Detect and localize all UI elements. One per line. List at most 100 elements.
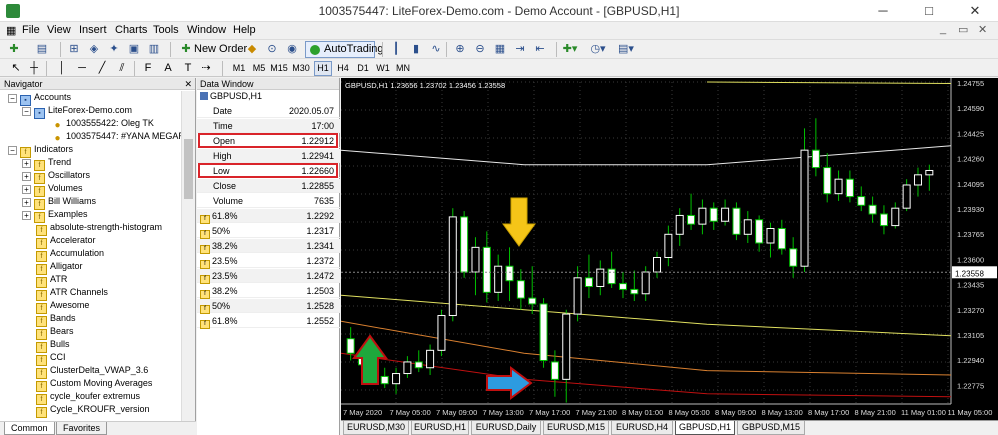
autotrading-button[interactable]: AutoTrading — [305, 41, 384, 58]
navigator-close-icon[interactable]: ✕ — [184, 78, 192, 90]
app-menu-icon[interactable]: ▦ — [6, 24, 16, 37]
tree-accounts[interactable]: − ▪ Accounts — [8, 91, 71, 106]
arrows-icon[interactable]: ⇢ — [198, 61, 214, 76]
tester-icon[interactable]: ▥ — [146, 42, 162, 57]
indicator-item[interactable]: f Bands — [36, 312, 76, 327]
mdi-restore-icon[interactable]: ▭ — [958, 23, 968, 36]
trendline-icon[interactable]: ╱ — [94, 61, 110, 76]
vertical-line-icon[interactable]: │ — [54, 61, 70, 76]
indicator-item[interactable]: f Awesome — [36, 299, 89, 314]
zoom-out-icon[interactable]: ⊖ — [472, 42, 488, 57]
indicator-item[interactable]: f Accumulation — [36, 247, 104, 262]
chart-tab-gbpusd-h1[interactable]: GBPUSD,H1 — [675, 421, 735, 435]
new-order-icon[interactable]: ✚ — [178, 42, 194, 57]
navigator-icon[interactable]: ✦ — [106, 42, 122, 57]
new-chart-icon[interactable]: ✚ — [6, 42, 22, 57]
indicator-item[interactable]: f ATR — [36, 273, 67, 288]
tf-m15[interactable]: M15 — [270, 61, 288, 76]
chart-tab-eurusd-h1[interactable]: EURUSD,H1 — [411, 421, 469, 435]
radio-icon[interactable]: ◉ — [284, 42, 300, 57]
tab-favorites[interactable]: Favorites — [56, 422, 108, 435]
tree-user-2[interactable]: ● 1003575447: #YANA MEGAR — [52, 130, 184, 144]
indicator-item[interactable]: f absolute-strength-histogram — [36, 221, 162, 236]
data-window-panel: Data Window GBPUSD,H1 Date 2020.05.07 Time… — [197, 78, 340, 435]
cursor-icon[interactable]: ↖ — [8, 61, 24, 76]
chart-shift-icon[interactable]: ⇤ — [532, 42, 548, 57]
text-icon[interactable]: A — [160, 61, 176, 76]
menu-tools[interactable]: Tools — [153, 24, 179, 36]
profiles-icon[interactable]: ▤ — [34, 42, 50, 57]
minimize-button[interactable]: ─ — [860, 0, 906, 22]
tf-m30[interactable]: M30 — [292, 61, 310, 76]
chart-tab-eurusd-m30[interactable]: EURUSD,M30 — [343, 421, 409, 435]
time-tick-label: 7 May 05:00 — [390, 408, 431, 417]
tree-group-examples[interactable]: + f Examples — [22, 208, 88, 223]
tf-mn[interactable]: MN — [394, 61, 412, 76]
chart-tab-gbpusd-m15[interactable]: GBPUSD,M15 — [737, 421, 805, 435]
menu-file[interactable]: File — [22, 24, 40, 36]
crosshair-icon[interactable]: ┼ — [26, 61, 42, 76]
price-chart[interactable]: 1.23558 1.24755 1.24590 1.24425 1.24260 1.240… — [341, 78, 998, 420]
tree-group-volumes[interactable]: + f Volumes — [22, 182, 83, 197]
tree-group-oscillators[interactable]: + f Oscillators — [22, 169, 90, 184]
tf-h1[interactable]: H1 — [314, 61, 332, 76]
tree-server[interactable]: − ▪ LiteForex-Demo.com — [22, 104, 132, 119]
tf-h4[interactable]: H4 — [334, 61, 352, 76]
chart-area[interactable]: 1.23558 1.24755 1.24590 1.24425 1.24260 1.240… — [341, 78, 998, 435]
indicator-item[interactable]: f Custom Moving Averages — [36, 377, 152, 392]
indicator-item[interactable]: f Bulls — [36, 338, 70, 353]
line-chart-icon[interactable]: ∿ — [428, 42, 444, 57]
indicator-item[interactable]: f Cycle_KROUFR_version — [36, 403, 150, 418]
tree-group-bill-williams[interactable]: + f Bill Williams — [22, 195, 96, 210]
tab-common[interactable]: Common — [4, 422, 55, 435]
maximize-button[interactable]: □ — [906, 0, 952, 22]
market-watch-icon[interactable]: ⊞ — [66, 42, 82, 57]
scrollbar-thumb[interactable] — [184, 139, 193, 199]
tf-m5[interactable]: M5 — [250, 61, 268, 76]
tf-d1[interactable]: D1 — [354, 61, 372, 76]
tile-windows-icon[interactable]: ▦ — [492, 42, 508, 57]
indicator-item[interactable]: f Accelerator — [36, 234, 96, 249]
menu-charts[interactable]: Charts — [115, 24, 147, 36]
zoom-in-icon[interactable]: ⊕ — [452, 42, 468, 57]
menu-window[interactable]: Window — [187, 24, 226, 36]
horizontal-line-icon[interactable]: ─ — [74, 61, 90, 76]
menu-insert[interactable]: Insert — [79, 24, 107, 36]
autoscroll-icon[interactable]: ⇥ — [512, 42, 528, 57]
chart-tab-eurusd-m15[interactable]: EURUSD,M15 — [543, 421, 609, 435]
indicator-item[interactable]: f CCI — [36, 351, 66, 366]
bear-candle — [732, 207, 741, 235]
tf-w1[interactable]: W1 — [374, 61, 392, 76]
tree-group-trend[interactable]: + f Trend — [22, 156, 71, 171]
candlestick-icon[interactable]: ▮ — [408, 42, 424, 57]
metaeditor-icon[interactable]: ◆ — [244, 42, 260, 57]
tree-indicators[interactable]: − f Indicators — [8, 143, 73, 158]
templates-icon[interactable]: ▤▾ — [618, 42, 634, 57]
indicators-icon[interactable]: ✚▾ — [562, 42, 578, 57]
new-order-button[interactable]: New Order — [194, 42, 247, 57]
indicator-item[interactable]: f ClusterDelta_VWAP_3.6 — [36, 364, 148, 379]
bear-candle — [618, 283, 627, 290]
channel-icon[interactable]: ⫽ — [114, 61, 130, 76]
tf-m1[interactable]: M1 — [230, 61, 248, 76]
indicator-item[interactable]: f ATR Channels — [36, 286, 108, 301]
mdi-minimize-icon[interactable]: _ — [940, 23, 946, 35]
signals-icon[interactable]: ⊙ — [264, 42, 280, 57]
bar-chart-icon[interactable]: ┃ — [388, 42, 404, 57]
indicator-item[interactable]: f Bears — [36, 325, 74, 340]
mdi-close-icon[interactable]: ✕ — [978, 23, 987, 36]
periods-icon[interactable]: ◷▾ — [590, 42, 606, 57]
data-window-icon[interactable]: ◈ — [86, 42, 102, 57]
label-icon[interactable]: T — [180, 61, 196, 76]
chart-tab-eurusd-h4[interactable]: EURUSD,H4 — [611, 421, 673, 435]
close-button[interactable]: ✕ — [952, 0, 998, 22]
indicator-item[interactable]: f cycle_koufer extremus — [36, 390, 140, 405]
fibonacci-icon[interactable]: F — [140, 61, 156, 76]
menu-view[interactable]: View — [47, 24, 71, 36]
navigator-scrollbar[interactable] — [181, 91, 195, 421]
terminal-icon[interactable]: ▣ — [126, 42, 142, 57]
tree-user-1[interactable]: ● 1003555422: Oleg TK — [52, 117, 153, 131]
chart-tab-eurusd-daily[interactable]: EURUSD,Daily — [471, 421, 541, 435]
indicator-item[interactable]: f Alligator — [36, 260, 83, 275]
menu-help[interactable]: Help — [233, 24, 256, 36]
